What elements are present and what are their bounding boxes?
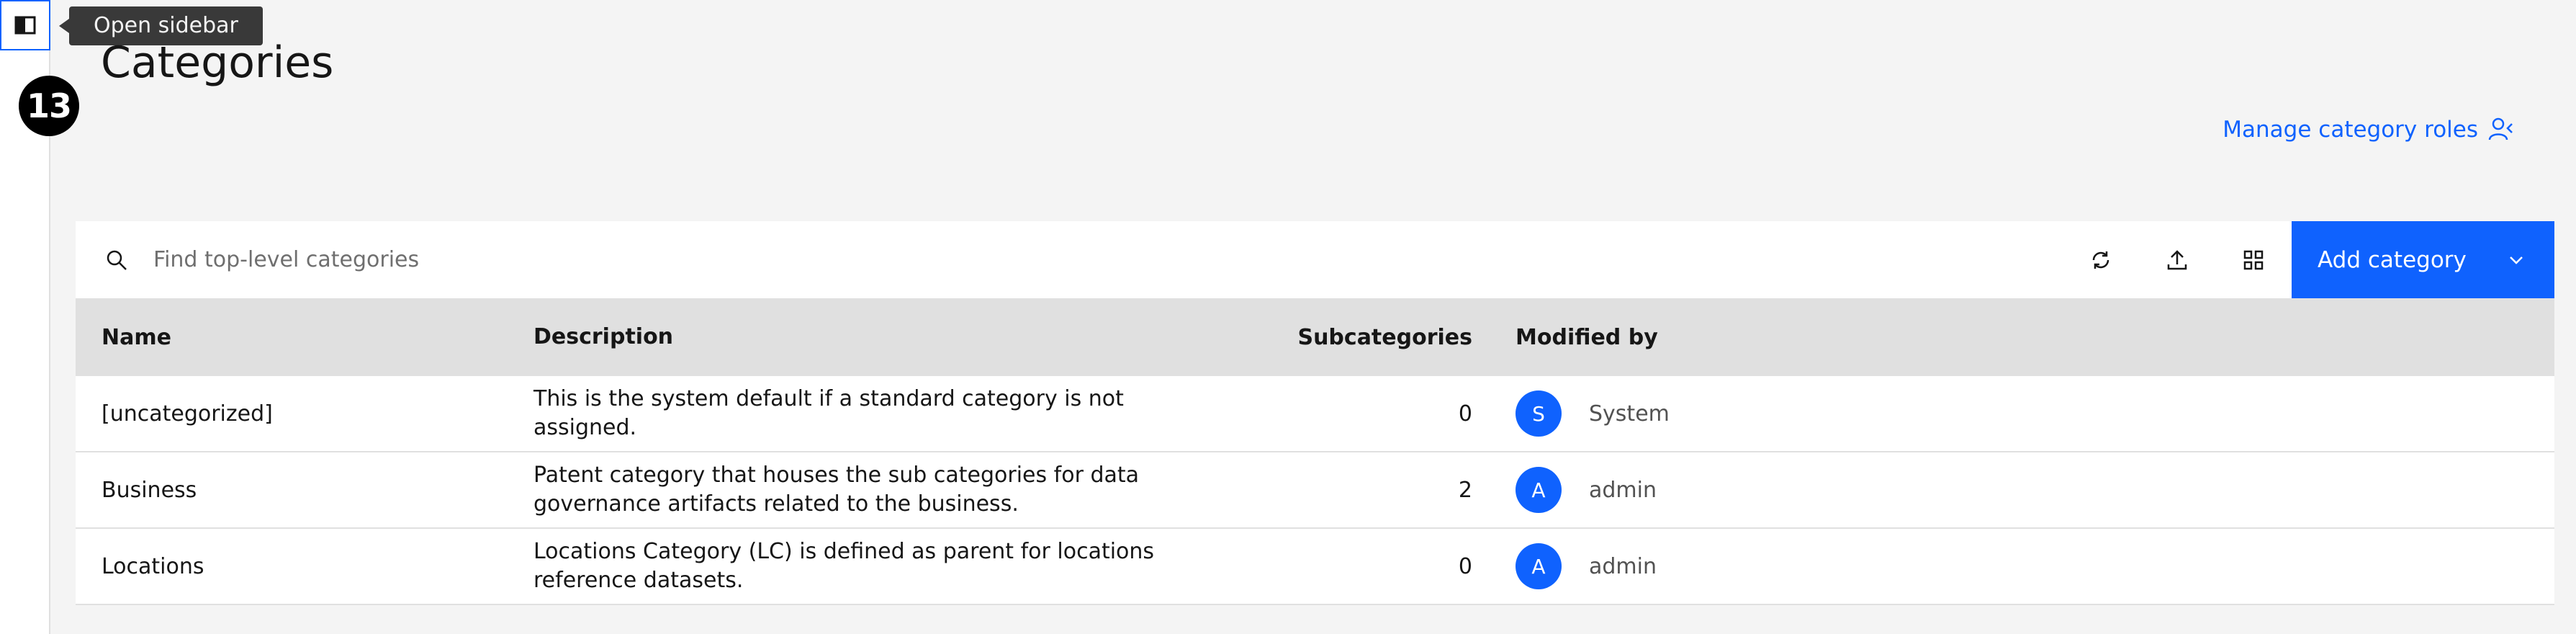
table-row[interactable]: Locations Locations Category (LC) is def…	[76, 529, 2554, 605]
search-icon-container	[76, 221, 152, 298]
modified-by-cell: A admin	[1494, 543, 2554, 589]
modified-by-name: admin	[1589, 477, 1657, 503]
grid-view-icon	[2243, 250, 2264, 269]
categories-table: Name Description Subcategories Modified …	[76, 298, 2554, 605]
tooltip-caret	[59, 19, 69, 33]
column-header-modified-by[interactable]: Modified by	[1494, 325, 2554, 350]
add-category-button[interactable]: Add category	[2292, 221, 2554, 298]
manage-category-roles-label: Manage category roles	[2223, 117, 2478, 143]
user-roles-icon	[2488, 117, 2513, 140]
avatar: A	[1516, 467, 1562, 513]
grid-view-button[interactable]	[2215, 221, 2292, 298]
category-description: Locations Category (LC) is defined as pa…	[533, 539, 1155, 593]
table-row[interactable]: Business Patent category that houses the…	[76, 452, 2554, 529]
modified-by-name: System	[1589, 401, 1670, 427]
refresh-button[interactable]	[2063, 221, 2139, 298]
upload-icon	[2167, 249, 2187, 269]
modified-by-cell: A admin	[1494, 467, 2554, 513]
avatar: A	[1516, 543, 1562, 589]
category-name[interactable]: [uncategorized]	[76, 401, 508, 427]
add-category-label: Add category	[2318, 246, 2467, 273]
manage-category-roles-link[interactable]: Manage category roles	[2223, 117, 2514, 143]
chevron-down-icon	[2510, 256, 2523, 264]
export-button[interactable]	[2139, 221, 2215, 298]
refresh-icon	[2092, 251, 2109, 269]
category-description: This is the system default if a standard…	[533, 386, 1124, 440]
search-input[interactable]	[152, 221, 2063, 298]
column-header-name[interactable]: Name	[76, 325, 508, 350]
modified-by-cell: S System	[1494, 390, 2554, 437]
search-icon	[107, 250, 127, 270]
subcategory-count: 0	[1458, 553, 1472, 579]
category-description: Patent category that houses the sub cate…	[533, 463, 1140, 517]
column-header-description[interactable]: Description	[508, 323, 1156, 352]
page-title: Categories	[101, 37, 334, 88]
table-header-row: Name Description Subcategories Modified …	[76, 298, 2554, 376]
modified-by-name: admin	[1589, 553, 1657, 579]
step-number-badge: 13	[19, 76, 79, 136]
category-name[interactable]: Business	[76, 478, 508, 503]
table-toolbar: Add category	[76, 221, 2554, 298]
subcategory-count: 0	[1458, 401, 1472, 427]
table-row[interactable]: [uncategorized] This is the system defau…	[76, 376, 2554, 452]
sidebar-panel-icon	[14, 16, 36, 35]
column-header-subcategories[interactable]: Subcategories	[1156, 325, 1494, 350]
open-sidebar-button[interactable]	[0, 0, 50, 50]
subcategory-count: 2	[1458, 477, 1472, 503]
category-name[interactable]: Locations	[76, 554, 508, 579]
avatar: S	[1516, 390, 1562, 437]
